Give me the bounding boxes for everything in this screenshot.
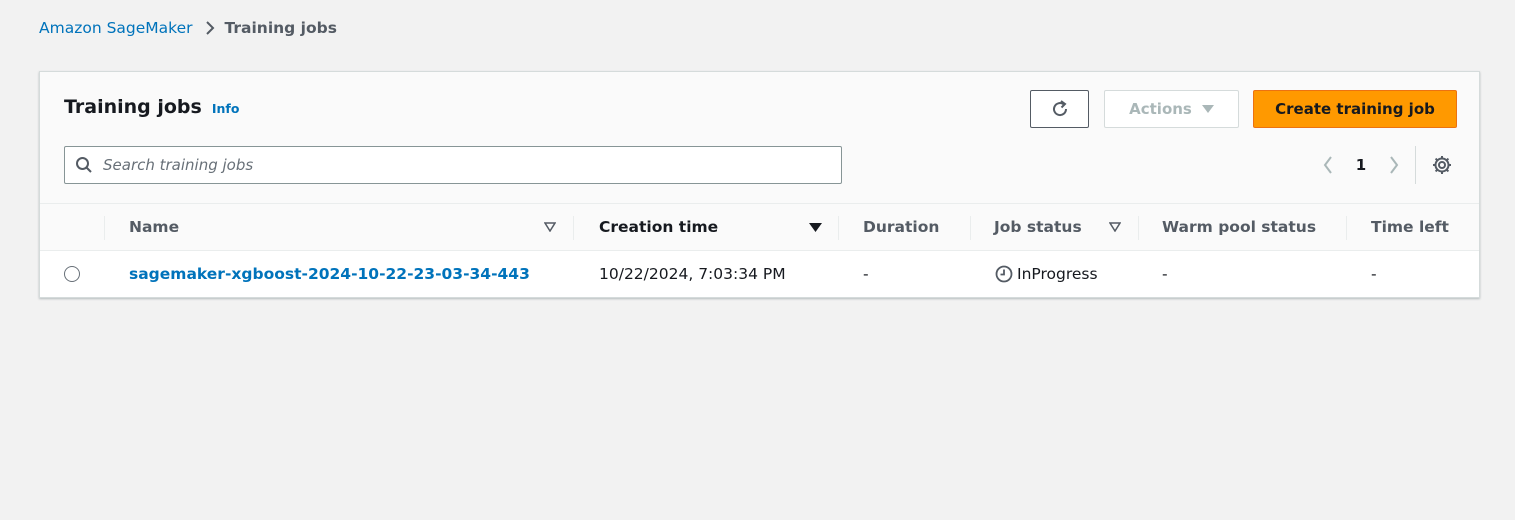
previous-page-icon[interactable] (1318, 150, 1338, 180)
next-page-icon[interactable] (1384, 150, 1404, 180)
gear-icon[interactable] (1429, 152, 1455, 178)
sort-icon[interactable] (1108, 221, 1122, 233)
sort-icon[interactable] (543, 221, 557, 233)
create-training-job-button[interactable]: Create training job (1253, 90, 1457, 128)
row-select-radio[interactable] (64, 266, 80, 282)
pagination: 1 (1318, 150, 1404, 180)
job-status-cell: InProgress (995, 251, 1098, 297)
info-link[interactable]: Info (212, 101, 240, 116)
divider (1415, 146, 1416, 184)
current-page[interactable]: 1 (1338, 156, 1384, 174)
breadcrumb-link-sagemaker[interactable]: Amazon SageMaker (39, 19, 193, 37)
chevron-right-icon (205, 21, 215, 35)
column-divider (104, 216, 105, 240)
column-divider (970, 216, 971, 240)
sort-descending-icon[interactable] (808, 221, 822, 233)
refresh-icon (1050, 99, 1070, 119)
panel-header: Training jobs Info (64, 96, 239, 118)
page-title: Training jobs (64, 96, 202, 118)
column-divider (573, 216, 574, 240)
job-name-link[interactable]: sagemaker-xgboost-2024-10-22-23-03-34-44… (129, 265, 530, 283)
creation-time-cell: 10/22/2024, 7:03:34 PM (599, 265, 786, 283)
duration-cell: - (863, 265, 869, 283)
warm-pool-status-cell: - (1162, 265, 1168, 283)
table-header: Name Creation time Duration Job status W… (40, 203, 1479, 251)
column-header-job-status[interactable]: Job status (994, 204, 1082, 250)
actions-dropdown[interactable]: Actions (1104, 90, 1239, 128)
caret-down-icon (1201, 104, 1214, 114)
search-input[interactable] (103, 156, 803, 174)
column-divider (1346, 216, 1347, 240)
breadcrumb: Amazon SageMaker Training jobs (39, 17, 337, 39)
column-header-time-left[interactable]: Time left (1371, 204, 1449, 250)
column-header-warm-pool-status[interactable]: Warm pool status (1162, 204, 1316, 250)
column-header-name[interactable]: Name (129, 204, 179, 250)
search-icon (75, 156, 93, 174)
breadcrumb-current: Training jobs (224, 19, 337, 37)
training-jobs-panel: Training jobs Info Actions Create traini… (39, 71, 1480, 298)
column-header-duration[interactable]: Duration (863, 204, 939, 250)
refresh-button[interactable] (1030, 90, 1089, 128)
column-header-creation-time[interactable]: Creation time (599, 204, 718, 250)
status-badge: InProgress (1017, 265, 1098, 283)
actions-label: Actions (1129, 100, 1192, 118)
column-divider (1138, 216, 1139, 240)
clock-icon (995, 265, 1013, 283)
job-name-cell: sagemaker-xgboost-2024-10-22-23-03-34-44… (129, 251, 530, 297)
search-field (64, 146, 842, 184)
column-divider (838, 216, 839, 240)
table-row: sagemaker-xgboost-2024-10-22-23-03-34-44… (40, 251, 1479, 297)
time-left-cell: - (1371, 265, 1377, 283)
